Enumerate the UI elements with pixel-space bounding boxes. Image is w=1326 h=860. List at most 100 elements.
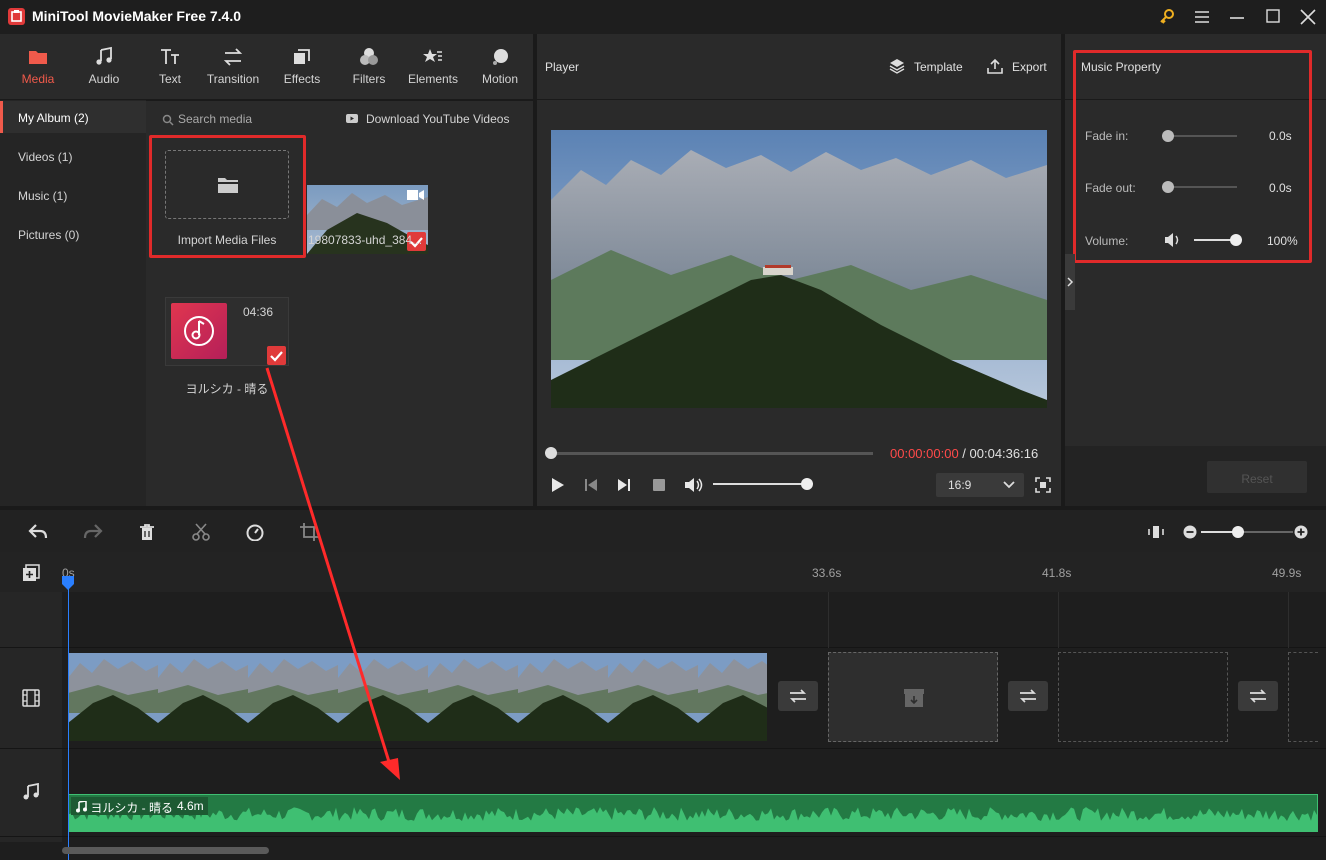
- fade-in-slider[interactable]: [1162, 130, 1237, 142]
- menu-icon[interactable]: [1191, 6, 1213, 28]
- fade-in-label: Fade in:: [1085, 129, 1129, 143]
- panel-divider: [537, 99, 1061, 100]
- add-track-icon[interactable]: [22, 564, 40, 582]
- category-videos[interactable]: Videos (1): [0, 140, 146, 172]
- main-toolbar: Media Audio Text Transition Effects Filt…: [0, 34, 533, 100]
- search-icon: [162, 114, 174, 126]
- tab-filters[interactable]: Filters: [336, 34, 402, 96]
- volume-icon[interactable]: [683, 476, 703, 494]
- crop-icon[interactable]: [300, 523, 318, 541]
- horizontal-scrollbar[interactable]: [62, 847, 269, 854]
- current-time: 00:00:00:00: [890, 446, 959, 461]
- clip-placeholder[interactable]: [828, 652, 998, 742]
- category-pictures[interactable]: Pictures (0): [0, 218, 146, 250]
- fade-out-slider[interactable]: [1162, 181, 1237, 193]
- seek-handle[interactable]: [545, 447, 557, 459]
- tab-label: Filters: [352, 72, 386, 86]
- speed-icon[interactable]: [245, 523, 265, 541]
- zoom-out-icon[interactable]: [1183, 525, 1197, 539]
- seek-track: [549, 452, 873, 455]
- maximize-icon[interactable]: [1262, 6, 1284, 28]
- play-icon[interactable]: [549, 477, 565, 493]
- reset-label: Reset: [1241, 472, 1273, 486]
- next-frame-icon[interactable]: [616, 477, 632, 493]
- grid-line: [828, 592, 829, 648]
- minimize-icon[interactable]: [1226, 6, 1248, 28]
- motion-icon: [489, 46, 511, 68]
- transition-slot[interactable]: [778, 681, 818, 711]
- tab-text[interactable]: Text: [137, 34, 203, 96]
- video-clip[interactable]: [68, 653, 767, 741]
- tab-transition[interactable]: Transition: [200, 34, 266, 96]
- category-my-album[interactable]: My Album (2): [0, 101, 146, 133]
- template-label: Template: [914, 60, 963, 74]
- zoom-in-icon[interactable]: [1294, 525, 1308, 539]
- volume-value: 100%: [1267, 234, 1298, 248]
- audio-clip[interactable]: ヨルシカ - 晴る 4.6m: [68, 794, 1318, 832]
- speaker-icon: [1165, 233, 1179, 247]
- upload-icon: [987, 58, 1003, 74]
- import-media-button[interactable]: [165, 150, 289, 219]
- fade-out-handle[interactable]: [1162, 181, 1174, 193]
- video-track-icon: [22, 689, 40, 707]
- key-icon[interactable]: [1156, 6, 1178, 28]
- stop-icon[interactable]: [651, 477, 667, 493]
- ruler-label: 49.9s: [1272, 566, 1302, 580]
- undo-icon[interactable]: [28, 523, 48, 541]
- aspect-ratio-select[interactable]: 16:9: [936, 473, 1024, 497]
- transition-icon: [222, 46, 244, 68]
- media-library: Search media Download YouTube Videos Imp…: [146, 100, 533, 506]
- track-heads: [0, 592, 62, 842]
- layers-icon: [889, 59, 905, 74]
- timeline-panel: 0s 33.6s 41.8s 49.9s ヨルシカ - 晴る 4.6m: [0, 510, 1326, 860]
- volume-slider[interactable]: [1194, 234, 1242, 246]
- tab-media[interactable]: Media: [5, 34, 71, 96]
- delete-icon[interactable]: [138, 523, 156, 541]
- timecode: 00:00:00:00 / 00:04:36:16: [890, 446, 1038, 461]
- checkbox-checked-icon[interactable]: [267, 346, 286, 365]
- volume-handle[interactable]: [801, 478, 813, 490]
- music-item[interactable]: 04:36: [165, 297, 289, 366]
- zoom-slider[interactable]: [1201, 526, 1293, 538]
- tab-motion[interactable]: Motion: [467, 34, 533, 96]
- music-track-icon: [23, 783, 39, 800]
- search-media[interactable]: Search media: [160, 110, 340, 130]
- clip-placeholder[interactable]: [1058, 652, 1228, 742]
- timeline-header: [0, 552, 1326, 592]
- export-button[interactable]: Export: [987, 56, 1057, 78]
- app-logo-icon: [8, 8, 25, 25]
- transition-icon: [789, 689, 807, 703]
- collapse-panel-handle[interactable]: [1065, 254, 1075, 310]
- category-music[interactable]: Music (1): [0, 179, 146, 211]
- music-property-title: Music Property: [1081, 60, 1162, 74]
- player-panel: Player Template Export 00:00:00:00 / 00:…: [537, 34, 1061, 506]
- transition-slot[interactable]: [1008, 681, 1048, 711]
- volume-handle[interactable]: [1230, 234, 1242, 246]
- close-icon[interactable]: [1297, 6, 1319, 28]
- search-input[interactable]: Search media: [178, 112, 252, 126]
- export-label: Export: [1012, 60, 1047, 74]
- fit-timeline-icon[interactable]: [1148, 524, 1164, 540]
- clip-placeholder[interactable]: [1288, 652, 1318, 742]
- fade-in-handle[interactable]: [1162, 130, 1174, 142]
- fullscreen-icon[interactable]: [1035, 477, 1051, 493]
- track-separator: [0, 647, 1326, 648]
- category-label: Pictures (0): [18, 228, 80, 242]
- transition-slot[interactable]: [1238, 681, 1278, 711]
- player-volume-slider[interactable]: [713, 478, 813, 490]
- redo-icon[interactable]: [83, 523, 103, 541]
- youtube-icon: [346, 114, 358, 123]
- reset-button[interactable]: Reset: [1207, 461, 1307, 493]
- tab-audio[interactable]: Audio: [71, 34, 137, 96]
- zoom-handle[interactable]: [1232, 526, 1244, 538]
- template-button[interactable]: Template: [889, 56, 969, 78]
- split-icon[interactable]: [192, 523, 210, 541]
- text-icon: [159, 46, 181, 68]
- playhead-handle[interactable]: [62, 576, 74, 590]
- seek-bar[interactable]: [545, 447, 873, 459]
- tab-elements[interactable]: Elements: [400, 34, 466, 96]
- tab-effects[interactable]: Effects: [269, 34, 335, 96]
- import-label: Import Media Files: [177, 233, 277, 247]
- previous-frame-icon[interactable]: [583, 477, 599, 493]
- download-youtube-button[interactable]: Download YouTube Videos: [344, 110, 524, 130]
